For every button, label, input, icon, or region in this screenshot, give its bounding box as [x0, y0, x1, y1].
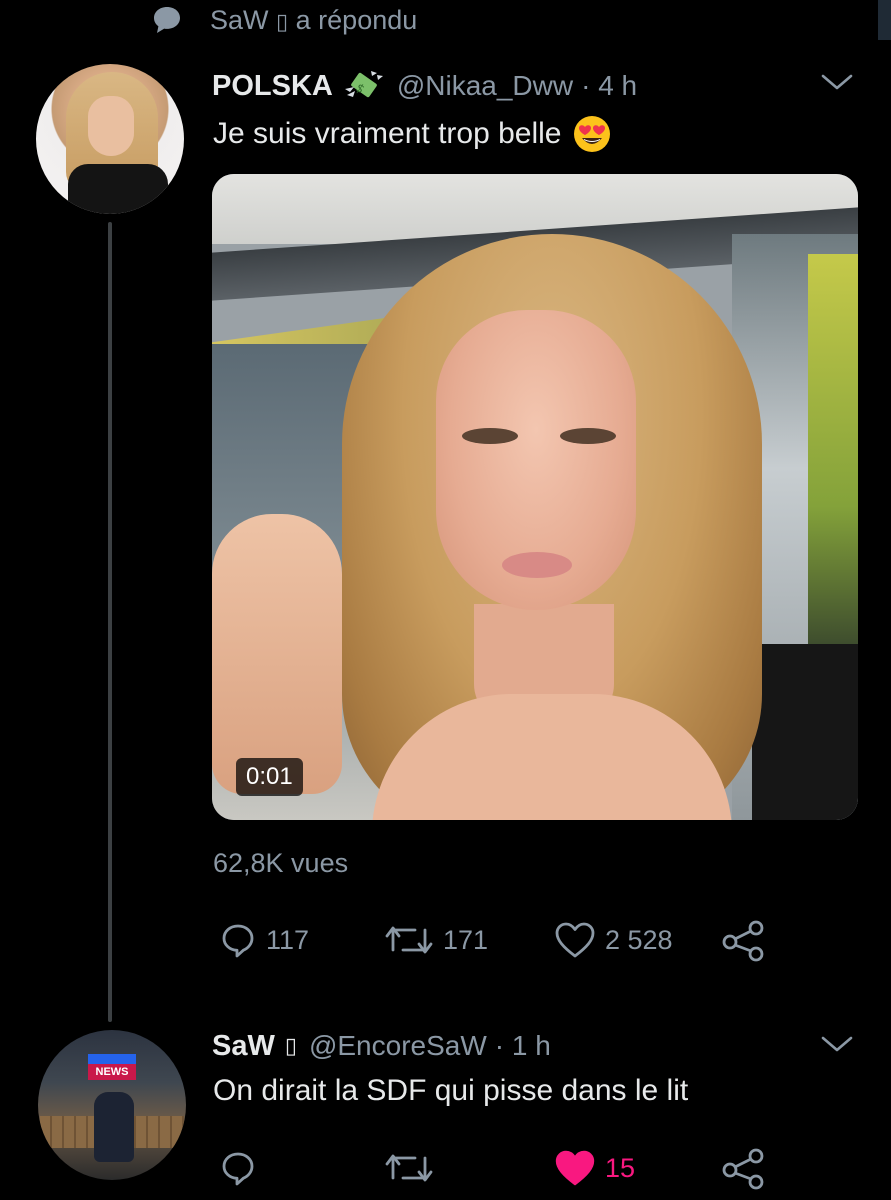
- reply-count: 117: [266, 924, 310, 955]
- money-with-wings-icon: $: [344, 71, 383, 98]
- share-icon: [722, 1148, 764, 1190]
- reply-context[interactable]: SaW ▯ a répondu: [150, 2, 417, 38]
- reply-icon: [222, 924, 254, 958]
- like-count: 2 528: [605, 924, 673, 955]
- chevron-down-icon[interactable]: [820, 72, 854, 92]
- retweet-icon: [385, 1154, 433, 1182]
- avatar[interactable]: NEWS: [38, 1030, 186, 1180]
- heart-eyes-emoji: [573, 116, 610, 152]
- view-count[interactable]: 62,8K vues: [213, 848, 348, 879]
- news-badge: NEWS: [88, 1064, 136, 1080]
- video-frame[interactable]: [212, 174, 858, 820]
- like-count: 15: [605, 1152, 636, 1183]
- like-button[interactable]: 15: [553, 1148, 635, 1188]
- tweet-text: On dirait la SDF qui pisse dans le lit: [213, 1074, 689, 1107]
- timestamp[interactable]: · 1 h: [495, 1030, 551, 1062]
- handle[interactable]: @Nikaa_Dww: [397, 70, 573, 102]
- share-icon: [722, 920, 764, 962]
- reply-bubble-icon: [154, 7, 180, 33]
- name-glyph: ▯: [284, 1033, 297, 1059]
- context-user: SaW: [210, 4, 269, 35]
- display-name[interactable]: POLSKA: [212, 70, 333, 103]
- tweet-header: SaW ▯ @EncoreSaW · 1 h: [212, 1026, 551, 1066]
- retweet-icon: [385, 926, 433, 954]
- edge-stripe: [878, 0, 891, 40]
- reply-icon: [222, 1152, 254, 1186]
- video-player[interactable]: 0:01: [212, 174, 858, 820]
- reply-button[interactable]: [218, 1148, 258, 1188]
- share-button[interactable]: [720, 1146, 768, 1190]
- chevron-down-icon[interactable]: [820, 1034, 854, 1054]
- video-duration-badge: 0:01: [236, 758, 303, 796]
- display-name[interactable]: SaW: [212, 1030, 275, 1063]
- like-button[interactable]: 2 528: [553, 920, 673, 960]
- heart-icon: [555, 1150, 595, 1186]
- tweet-text: Je suis vraiment trop belle: [213, 114, 612, 154]
- handle[interactable]: @EncoreSaW: [309, 1030, 487, 1062]
- retweet-count: 171: [443, 924, 489, 955]
- context-action: a répondu: [295, 4, 418, 35]
- heart-icon: [555, 922, 595, 958]
- avatar[interactable]: [36, 64, 184, 214]
- share-button[interactable]: [720, 918, 768, 962]
- tweet-header: POLSKA $ @Nikaa_Dww · 4 h: [212, 66, 637, 106]
- timestamp[interactable]: · 4 h: [581, 70, 637, 102]
- context-glyph: ▯: [276, 9, 289, 35]
- reply-button[interactable]: 117: [218, 920, 309, 960]
- thread-line: [108, 222, 112, 1022]
- retweet-button[interactable]: [383, 1148, 435, 1188]
- retweet-button[interactable]: 171: [383, 920, 488, 960]
